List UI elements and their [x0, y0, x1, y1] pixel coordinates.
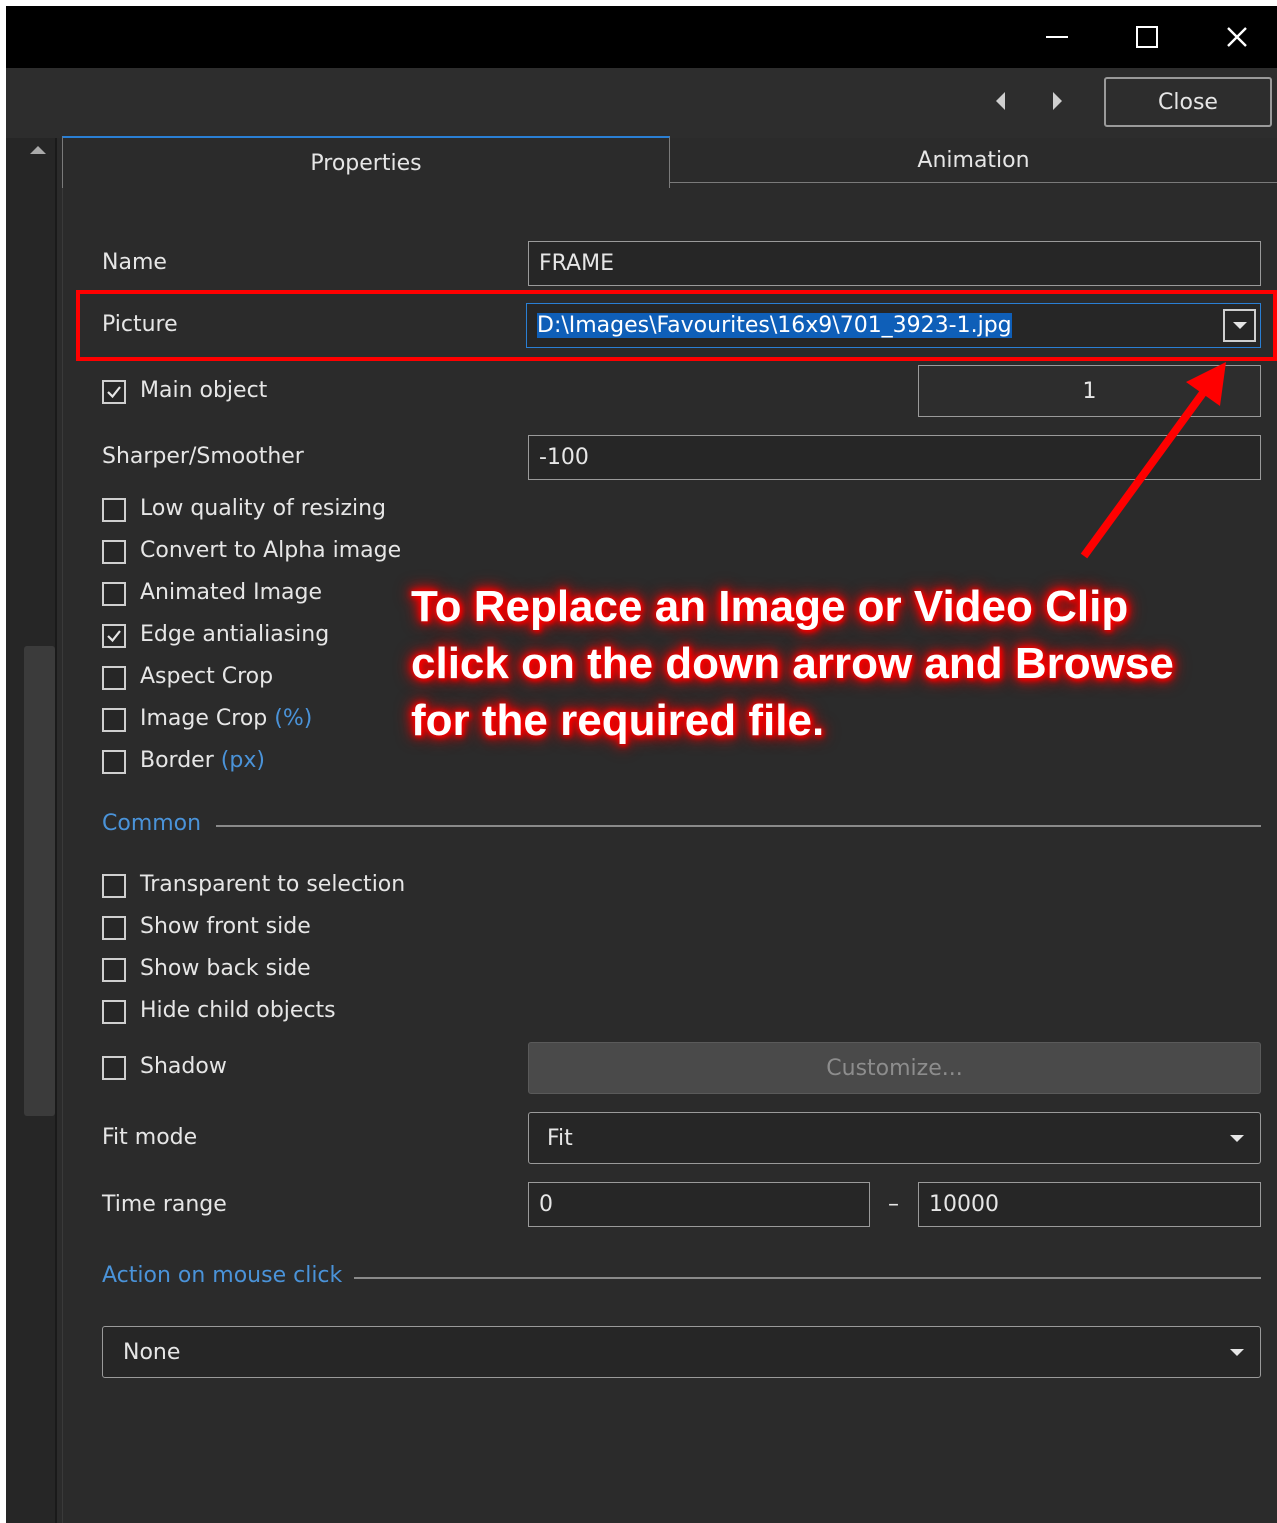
time-range-from-value: 0: [539, 1192, 553, 1217]
caret-right-icon[interactable]: [1053, 92, 1062, 110]
main-object-label: Main object: [140, 378, 268, 403]
annotation-text: To Replace an Image or Video Clip click …: [411, 578, 1271, 749]
annotation-line: click on the down arrow and Browse: [411, 639, 1174, 688]
edge-antialiasing-label: Edge antialiasing: [140, 622, 330, 647]
content-border: [62, 188, 63, 1523]
animated-image-label: Animated Image: [140, 580, 323, 605]
close-button[interactable]: Close: [1104, 77, 1272, 127]
properties-window: Close Properties Animation Name FRAME Pi…: [6, 6, 1277, 1523]
mouse-action-divider: [346, 1277, 1261, 1279]
mouse-action-select[interactable]: None: [102, 1326, 1261, 1378]
window-close-button[interactable]: [1192, 6, 1277, 68]
maximize-icon: [1136, 26, 1158, 48]
image-crop-checkbox[interactable]: [102, 708, 126, 732]
image-crop-label: Image Crop (%): [140, 706, 312, 731]
low-quality-resizing-checkbox[interactable]: [102, 498, 126, 522]
hide-child-objects-checkbox[interactable]: [102, 1000, 126, 1024]
annotation-line: for the required file.: [411, 696, 825, 745]
time-range-label: Time range: [102, 1192, 227, 1217]
convert-alpha-label: Convert to Alpha image: [140, 538, 402, 563]
time-range-to-value: 10000: [929, 1192, 999, 1217]
customize-button[interactable]: Customize...: [528, 1042, 1261, 1094]
maximize-button[interactable]: [1102, 6, 1192, 68]
border-text: Border: [140, 748, 214, 773]
transparent-selection-label: Transparent to selection: [140, 872, 406, 897]
show-front-side-label: Show front side: [140, 914, 311, 939]
name-label: Name: [102, 250, 167, 275]
show-back-side-checkbox[interactable]: [102, 958, 126, 982]
caret-left-icon[interactable]: [996, 92, 1005, 110]
fit-mode-select[interactable]: Fit: [528, 1112, 1261, 1164]
common-divider: [216, 825, 1261, 827]
fit-mode-label: Fit mode: [102, 1125, 198, 1150]
annotation-arrow-icon: [1080, 362, 1226, 559]
minimize-icon: [1046, 36, 1068, 38]
time-range-from-field[interactable]: 0: [528, 1182, 870, 1227]
name-field[interactable]: FRAME: [528, 241, 1261, 286]
chevron-down-icon: [1230, 1349, 1244, 1356]
aspect-crop-checkbox[interactable]: [102, 666, 126, 690]
hide-child-objects-label: Hide child objects: [140, 998, 336, 1023]
convert-alpha-checkbox[interactable]: [102, 540, 126, 564]
name-value: FRAME: [539, 251, 614, 276]
transparent-selection-checkbox[interactable]: [102, 874, 126, 898]
fit-mode-value: Fit: [547, 1125, 573, 1151]
tab-properties[interactable]: Properties: [62, 136, 670, 188]
animated-image-checkbox[interactable]: [102, 582, 126, 606]
picture-highlight-box: [76, 290, 1277, 361]
scroll-up-arrow-icon[interactable]: [30, 146, 46, 154]
border-checkbox[interactable]: [102, 750, 126, 774]
title-bar: [6, 6, 1277, 68]
shadow-checkbox[interactable]: [102, 1056, 126, 1080]
checkmark-icon: [107, 630, 121, 643]
toolbar: [6, 68, 1277, 138]
panel-divider[interactable]: [55, 138, 57, 1523]
tab-underline: [670, 182, 1277, 183]
edge-antialiasing-checkbox[interactable]: [102, 624, 126, 648]
mouse-action-value: None: [123, 1339, 181, 1365]
aspect-crop-label: Aspect Crop: [140, 664, 274, 689]
common-section-title: Common: [102, 811, 214, 836]
chevron-down-icon: [1230, 1135, 1244, 1142]
tab-animation[interactable]: Animation: [670, 136, 1277, 184]
border-unit: (px): [220, 748, 265, 773]
time-range-to-field[interactable]: 10000: [918, 1182, 1261, 1227]
sharper-smoother-label: Sharper/Smoother: [102, 444, 304, 469]
sharper-smoother-value: -100: [539, 445, 589, 470]
time-range-separator: –: [888, 1192, 899, 1217]
border-label: Border (px): [140, 748, 265, 773]
image-crop-unit: (%): [274, 706, 313, 731]
shadow-label: Shadow: [140, 1054, 227, 1079]
minimize-button[interactable]: [1012, 6, 1102, 68]
close-icon: [1227, 27, 1247, 47]
low-quality-resizing-label: Low quality of resizing: [140, 496, 387, 521]
main-object-checkbox[interactable]: [102, 380, 126, 404]
show-back-side-label: Show back side: [140, 956, 311, 981]
checkmark-icon: [107, 386, 121, 399]
image-crop-text: Image Crop: [140, 706, 268, 731]
annotation-line: To Replace an Image or Video Clip: [411, 582, 1129, 631]
mouse-action-section-title: Action on mouse click: [102, 1263, 355, 1288]
show-front-side-checkbox[interactable]: [102, 916, 126, 940]
scrollbar-thumb[interactable]: [24, 646, 55, 1116]
